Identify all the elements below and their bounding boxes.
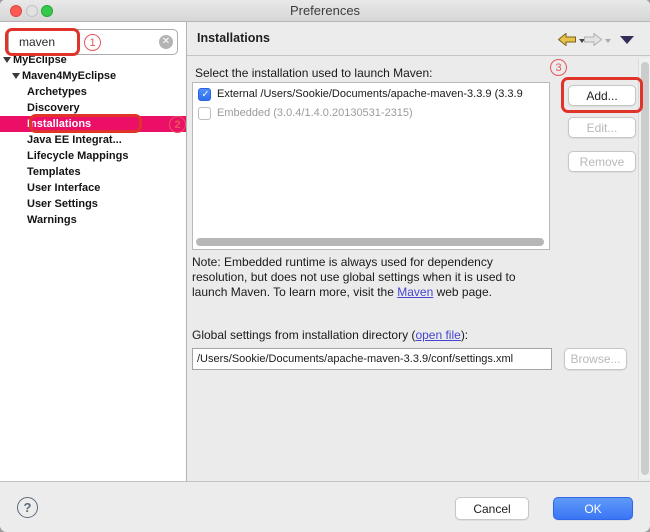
list-item-embedded-maven[interactable]: Embedded (3.0.4/1.4.0.20130531-2315): [198, 105, 549, 121]
edit-button: Edit...: [568, 117, 636, 138]
preferences-window: Preferences ✕ 1 MyEclipse Maven4MyEclips…: [0, 0, 650, 532]
tree-item-javaee-integration[interactable]: Java EE Integrat...: [0, 132, 186, 148]
page-title: Installations: [197, 31, 270, 45]
installations-content: Select the installation used to launch M…: [187, 56, 650, 481]
main-area: ✕ 1 MyEclipse Maven4MyEclipse Archetypes…: [0, 22, 650, 481]
tree-item-myeclipse[interactable]: MyEclipse: [0, 52, 186, 68]
back-arrow-icon[interactable]: [558, 33, 576, 46]
cancel-button[interactable]: Cancel: [455, 497, 529, 520]
chevron-expanded-icon[interactable]: [12, 73, 20, 79]
footer-bar: ? Cancel OK: [0, 481, 650, 532]
installations-list[interactable]: External /Users/Sookie/Documents/apache-…: [192, 82, 550, 250]
annotation-circle-3: 3: [550, 59, 567, 76]
annotation-circle-1: 1: [84, 34, 101, 51]
tree-item-warnings[interactable]: Warnings: [0, 212, 186, 228]
checkbox-checked-icon[interactable]: [198, 88, 211, 101]
view-menu-icon[interactable]: [620, 36, 634, 44]
help-icon[interactable]: ?: [17, 497, 38, 518]
preferences-tree: MyEclipse Maven4MyEclipse Archetypes Dis…: [0, 52, 186, 228]
tree-item-lifecycle-mappings[interactable]: Lifecycle Mappings: [0, 148, 186, 164]
chevron-expanded-icon[interactable]: [3, 57, 11, 63]
tree-item-templates[interactable]: Templates: [0, 164, 186, 180]
tree-item-user-interface[interactable]: User Interface: [0, 180, 186, 196]
tree-item-archetypes[interactable]: Archetypes: [0, 84, 186, 100]
clear-search-icon[interactable]: ✕: [159, 35, 173, 49]
tree-item-maven4myeclipse[interactable]: Maven4MyEclipse: [0, 68, 186, 84]
maven-web-page-link[interactable]: Maven: [397, 285, 433, 299]
list-item-external-maven[interactable]: External /Users/Sookie/Documents/apache-…: [198, 86, 549, 102]
checkbox-unchecked-icon[interactable]: [198, 107, 211, 120]
embedded-runtime-note: Note: Embedded runtime is always used fo…: [192, 255, 570, 300]
window-title: Preferences: [0, 3, 650, 18]
vertical-scrollbar[interactable]: [638, 58, 650, 479]
horizontal-scrollbar[interactable]: [196, 238, 544, 246]
vertical-scrollbar-thumb[interactable]: [641, 62, 649, 475]
note-line-3: launch Maven. To learn more, visit the M…: [192, 285, 570, 300]
annotation-circle-2: 2: [169, 116, 186, 133]
title-bar: Preferences: [0, 0, 650, 22]
page-header: Installations: [187, 22, 650, 56]
tree-item-installations[interactable]: Installations 2: [0, 116, 186, 132]
sidebar: ✕ 1 MyEclipse Maven4MyEclipse Archetypes…: [0, 22, 187, 481]
note-line-2: resolution, but does not use global sett…: [192, 270, 570, 285]
remove-button: Remove: [568, 151, 636, 172]
open-file-link[interactable]: open file: [415, 328, 460, 342]
ok-button[interactable]: OK: [553, 497, 633, 520]
browse-button: Browse...: [564, 348, 627, 370]
add-button[interactable]: Add...: [568, 85, 636, 106]
note-line-1: Note: Embedded runtime is always used fo…: [192, 255, 570, 270]
global-settings-path-input[interactable]: [192, 348, 552, 370]
tree-item-discovery[interactable]: Discovery: [0, 100, 186, 116]
tree-item-user-settings[interactable]: User Settings: [0, 196, 186, 212]
global-settings-label: Global settings from installation direct…: [192, 328, 468, 342]
select-installation-label: Select the installation used to launch M…: [195, 66, 432, 80]
forward-arrow-icon: [584, 33, 602, 46]
installations-panel: Installations Select the installation us…: [187, 22, 650, 481]
forward-history-dropdown-icon: [605, 39, 611, 43]
